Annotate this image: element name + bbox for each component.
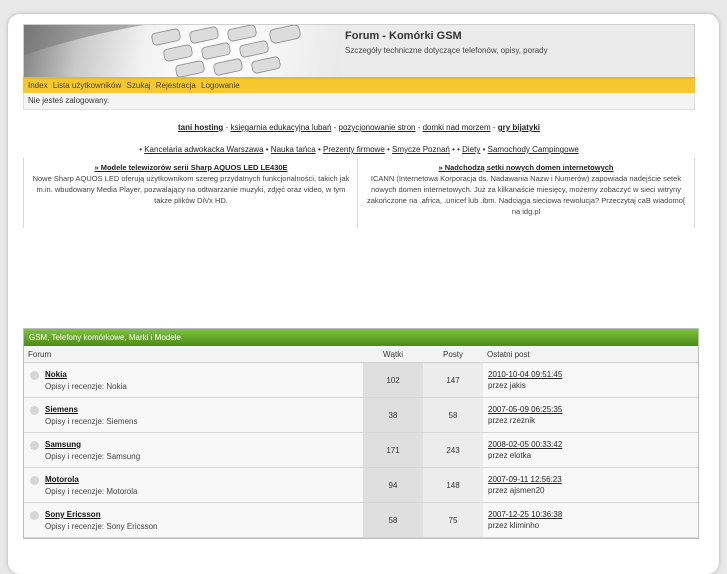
nav-search[interactable]: Szukaj [127,81,151,90]
table-row: Samsung Opisy i recenzje: Samsung 171 24… [24,432,698,468]
sponsored-links-row2: • Kancelaria adwokacka Warszawa • Nauka … [23,145,695,154]
last-post-cell: 2010-10-04 09:51:45 przez jakis [483,362,698,398]
header-text: Forum - Komórki GSM Szczegóły techniczne… [345,30,548,55]
nav-login[interactable]: Logowanie [201,81,240,90]
phone-keypad-image [24,25,342,77]
last-post-author: przez ajsmen20 [488,486,545,495]
ad-domains-body: ICANN (Internetowa Korporacja ds. Nadawa… [366,174,686,216]
last-post-link[interactable]: 2007-05-09 06:25:35 [488,405,562,414]
forum-cell: Samsung Opisy i recenzje: Samsung [24,432,363,468]
site-subtitle: Szczegóły techniczne dotyczące telefonów… [345,46,548,55]
topics-count: 58 [363,502,423,538]
last-post-cell: 2008-02-05 00:33:42 przez elotka [483,432,698,468]
site-header: Forum - Komórki GSM Szczegóły techniczne… [23,24,695,77]
table-row: Sony Ericsson Opisy i recenzje: Sony Eri… [24,502,698,538]
link-prezenty[interactable]: Prezenty firmowe [323,145,385,154]
forum-desc: Opisy i recenzje: Siemens [45,416,138,426]
nav-index[interactable]: Index [28,81,48,90]
posts-count: 148 [423,467,483,503]
last-post-link[interactable]: 2008-02-05 00:33:42 [488,440,562,449]
forum-link-samsung[interactable]: Samsung [45,440,81,449]
link-pozycjonowanie[interactable]: pozycjonowanie stron [339,123,416,132]
nav-register[interactable]: Rejestracja [156,81,196,90]
posts-count: 147 [423,362,483,398]
link-samochody[interactable]: Samochody Campingowe [488,145,579,154]
table-row: Siemens Opisy i recenzje: Siemens 38 58 … [24,397,698,433]
forum-desc: Opisy i recenzje: Sony Ericsson [45,521,158,531]
main-container: Forum - Komórki GSM Szczegóły techniczne… [23,24,695,228]
link-nauka-tanca[interactable]: Nauka tańca [271,145,316,154]
posts-count: 75 [423,502,483,538]
forum-category-header[interactable]: GSM, Telefony komórkowe, Marki i Modele [24,329,698,346]
col-last-post: Ostatni post [483,346,698,363]
forum-status-icon [30,370,39,380]
link-tani-hosting[interactable]: tani hosting [178,123,223,132]
site-title: Forum - Komórki GSM [345,30,462,42]
nav-bar: Index Lista użytkowników Szukaj Rejestra… [23,77,695,93]
forum-desc: Opisy i recenzje: Samsung [45,451,141,461]
last-post-author: przez jakis [488,381,526,390]
posts-count: 243 [423,432,483,468]
forum-columns: Forum Wątki Posty Ostatni post [24,346,698,363]
last-post-link[interactable]: 2007-12-25 10:36:38 [488,510,562,519]
forum-status-icon [30,440,39,450]
posts-count: 58 [423,397,483,433]
forum-link-siemens[interactable]: Siemens [45,405,78,414]
last-post-cell: 2007-12-25 10:36:38 przez kliminho [483,502,698,538]
last-post-link[interactable]: 2007-09-11 12:56:23 [488,475,562,484]
forum-list: Forum Wątki Posty Ostatni post Nokia Opi… [24,346,698,538]
link-smycze[interactable]: Smycze Poznań [392,145,450,154]
forum-cell: Sony Ericsson Opisy i recenzje: Sony Eri… [24,502,363,538]
ad-domains-title[interactable]: » Nadchodzą setki nowych domen interneto… [362,162,690,173]
forum-status-icon [30,510,39,520]
link-ksiegarnia[interactable]: księgarnia edukacyjna lubań [230,123,331,132]
forum-cell: Siemens Opisy i recenzje: Siemens [24,397,363,433]
forum-link-motorola[interactable]: Motorola [45,475,79,484]
link-domki[interactable]: domki nad morzem [423,123,491,132]
ad-sharp-body: Nowe Sharp AQUOS LED oferują użytkowniko… [32,174,350,205]
topics-count: 94 [363,467,423,503]
forum-cell: Nokia Opisy i recenzje: Nokia [24,362,363,398]
link-kancelaria[interactable]: Kancelaria adwokacka Warszawa [144,145,263,154]
forum-desc: Opisy i recenzje: Nokia [45,381,127,391]
last-post-author: przez elotka [488,451,532,460]
topics-count: 38 [363,397,423,433]
last-post-cell: 2007-09-11 12:56:23 przez ajsmen20 [483,467,698,503]
forum-status-icon [30,475,39,485]
last-post-cell: 2007-05-09 06:25:35 przez rzeznik [483,397,698,433]
login-status: Nie jesteś zalogowany. [23,93,695,110]
forum-link-nokia[interactable]: Nokia [45,370,67,379]
ad-divider [357,158,358,228]
ad-domains: » Nadchodzą setki nowych domen interneto… [362,162,690,217]
col-forum: Forum [24,346,363,363]
bullet: • • [452,145,463,154]
last-post-author: przez rzeznik [488,416,536,425]
link-gry-bijatyki[interactable]: gry bijatyki [498,123,540,132]
last-post-author: przez kliminho [488,521,540,530]
col-topics: Wątki [363,346,423,363]
col-posts: Posty [423,346,483,363]
last-post-link[interactable]: 2010-10-04 09:51:45 [488,370,562,379]
forum-desc: Opisy i recenzje: Motorola [45,486,138,496]
topics-count: 171 [363,432,423,468]
forum-table: GSM, Telefony komórkowe, Marki i Modele … [23,328,699,539]
nav-user-list[interactable]: Lista użytkowników [53,81,121,90]
sponsored-links-row1: tani hosting - księgarnia edukacyjna lub… [23,123,695,132]
forum-status-icon [30,405,39,415]
table-row: Nokia Opisy i recenzje: Nokia 102 147 20… [24,362,698,398]
ad-sharp-title[interactable]: » Modele telewizorów serii Sharp AQUOS L… [27,162,355,173]
topics-count: 102 [363,362,423,398]
ad-sharp: » Modele telewizorów serii Sharp AQUOS L… [27,162,355,206]
forum-link-sony-ericsson[interactable]: Sony Ericsson [45,510,101,519]
link-diety[interactable]: Diety [462,145,480,154]
news-ads: » Modele telewizorów serii Sharp AQUOS L… [23,158,695,228]
forum-cell: Motorola Opisy i recenzje: Motorola [24,467,363,503]
table-row: Motorola Opisy i recenzje: Motorola 94 1… [24,467,698,503]
